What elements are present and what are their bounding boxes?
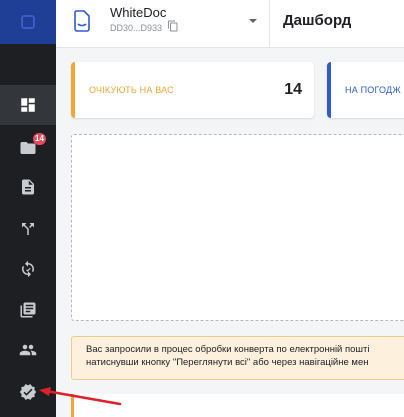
top-bar: WhiteDoc DD30...D933 Дашборд — [56, 0, 404, 48]
library-icon — [20, 302, 36, 318]
stat-card-label: ОЧІКУЮТЬ НА ВАС — [89, 85, 174, 95]
logo-mark — [21, 15, 35, 29]
verified-settings-icon — [19, 384, 37, 400]
sidebar-item-documents[interactable] — [0, 167, 56, 207]
file-icon — [74, 10, 90, 32]
document-switcher[interactable]: WhiteDoc DD30...D933 — [56, 0, 270, 48]
notice-line-2: натиснувши кнопку "Переглянути всі" або … — [86, 357, 369, 368]
dashboard-icon — [21, 98, 35, 112]
route-icon — [22, 223, 34, 235]
copy-icon[interactable] — [167, 20, 179, 32]
sidebar-item-folders[interactable]: 14 — [0, 128, 56, 168]
document-icon — [22, 179, 34, 195]
stat-card-count: 14 — [284, 81, 302, 98]
notice-line-1: Вас запросили в процес обробки конверта … — [86, 344, 370, 355]
info-notice: Вас запросили в процес обробки конверта … — [71, 336, 404, 380]
sidebar-item-dashboard[interactable] — [0, 85, 56, 125]
stat-card-label: НА ПОГОДЖ — [345, 85, 401, 95]
chevron-down-icon[interactable] — [248, 16, 258, 26]
sidebar-item-people[interactable] — [0, 330, 56, 370]
sidebar-item-routes[interactable] — [0, 209, 56, 249]
annotation-arrow-icon — [39, 387, 122, 406]
sidebar-item-library[interactable] — [0, 290, 56, 330]
document-name: WhiteDoc — [110, 5, 167, 20]
stat-card-approval[interactable]: НА ПОГОДЖ — [327, 62, 404, 118]
sidebar: 14 — [0, 0, 56, 417]
app-logo[interactable] — [0, 0, 56, 44]
sync-icon — [22, 260, 34, 278]
page-title: Дашборд — [283, 12, 352, 29]
people-icon — [19, 344, 37, 356]
stat-card-waiting[interactable]: ОЧІКУЮТЬ НА ВАС 14 — [71, 62, 314, 118]
upload-dropzone[interactable] — [71, 134, 404, 321]
folder-badge: 14 — [33, 133, 46, 145]
app-root: 14 WhiteDoc DD30...D933 Дашборд ОЧІКУЮТЬ… — [0, 0, 404, 417]
document-id: DD30...D933 — [110, 23, 163, 33]
sidebar-item-sync[interactable] — [0, 249, 56, 289]
